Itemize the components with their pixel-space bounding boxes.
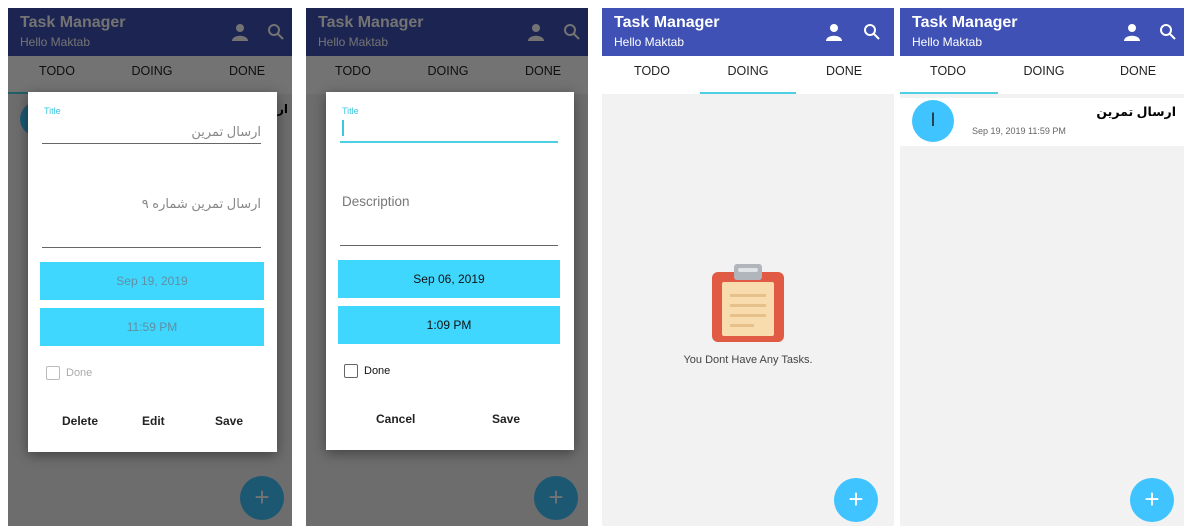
time-picker-button[interactable]: 11:59 PM bbox=[40, 308, 264, 346]
screen-empty-doing: Task Manager Hello Maktab TODO DOING DON… bbox=[602, 8, 894, 526]
title-underline bbox=[340, 141, 558, 143]
description-input[interactable]: ارسال تمرین شماره ۹ bbox=[142, 196, 261, 212]
clipboard-icon bbox=[712, 264, 784, 342]
title-underline bbox=[42, 143, 261, 144]
done-label: Done bbox=[66, 367, 93, 379]
text-cursor bbox=[342, 120, 344, 136]
tab-indicator bbox=[900, 92, 998, 94]
delete-button[interactable]: Delete bbox=[62, 414, 98, 428]
task-title: ارسال تمرین bbox=[1096, 105, 1176, 119]
description-input[interactable]: Description bbox=[342, 194, 410, 209]
tab-indicator bbox=[700, 92, 796, 94]
task-avatar: ا bbox=[912, 100, 954, 142]
title-input[interactable]: ارسال تمرین bbox=[191, 124, 261, 140]
date-picker-button[interactable]: Sep 06, 2019 bbox=[338, 260, 560, 298]
person-icon[interactable] bbox=[1122, 22, 1142, 42]
search-icon[interactable] bbox=[1158, 22, 1178, 42]
app-subtitle: Hello Maktab bbox=[614, 35, 685, 49]
app-subtitle: Hello Maktab bbox=[912, 35, 983, 49]
task-datetime: Sep 19, 2019 11:59 PM bbox=[972, 126, 1066, 136]
add-task-fab[interactable]: + bbox=[834, 478, 878, 522]
app-title: Task Manager bbox=[912, 14, 1018, 31]
edit-button[interactable]: Edit bbox=[142, 414, 165, 428]
edit-task-dialog: Title ارسال تمرین ارسال تمرین شماره ۹ Se… bbox=[28, 92, 277, 452]
cancel-button[interactable]: Cancel bbox=[376, 412, 415, 426]
title-field-label: Title bbox=[342, 106, 359, 116]
done-checkbox[interactable] bbox=[46, 366, 60, 380]
tab-doing[interactable]: DOING bbox=[700, 56, 796, 94]
title-field-label: Title bbox=[44, 106, 61, 116]
done-label: Done bbox=[364, 365, 391, 377]
tab-todo[interactable]: TODO bbox=[606, 56, 698, 94]
description-underline bbox=[340, 245, 558, 246]
search-icon[interactable] bbox=[862, 22, 882, 42]
tab-bar: TODO DOING DONE bbox=[602, 56, 894, 94]
done-checkbox[interactable] bbox=[344, 364, 358, 378]
tab-bar: TODO DOING DONE bbox=[900, 56, 1184, 94]
description-underline bbox=[42, 247, 261, 248]
task-list-item[interactable]: ا ارسال تمرین Sep 19, 2019 11:59 PM bbox=[900, 98, 1184, 146]
date-picker-button[interactable]: Sep 19, 2019 bbox=[40, 262, 264, 300]
add-task-fab[interactable]: + bbox=[1130, 478, 1174, 522]
app-title: Task Manager bbox=[614, 14, 720, 31]
app-bar: Task Manager Hello Maktab bbox=[602, 8, 894, 56]
screen-edit-task-dialog: Task Manager Hello Maktab TODO DOING DON… bbox=[8, 8, 292, 526]
tab-todo[interactable]: TODO bbox=[900, 56, 996, 94]
tab-done[interactable]: DONE bbox=[1092, 56, 1184, 94]
tab-done[interactable]: DONE bbox=[798, 56, 890, 94]
app-bar: Task Manager Hello Maktab bbox=[900, 8, 1184, 56]
empty-message: You Dont Have Any Tasks. bbox=[683, 354, 813, 366]
screen-new-task-dialog: Task Manager Hello Maktab TODO DOING DON… bbox=[306, 8, 588, 526]
save-button[interactable]: Save bbox=[215, 414, 243, 428]
person-icon[interactable] bbox=[824, 22, 844, 42]
screen-todo-list: Task Manager Hello Maktab TODO DOING DON… bbox=[900, 8, 1184, 526]
tab-doing[interactable]: DOING bbox=[996, 56, 1092, 94]
time-picker-button[interactable]: 1:09 PM bbox=[338, 306, 560, 344]
new-task-dialog: Title Description Sep 06, 2019 1:09 PM D… bbox=[326, 92, 574, 450]
save-button[interactable]: Save bbox=[492, 412, 520, 426]
